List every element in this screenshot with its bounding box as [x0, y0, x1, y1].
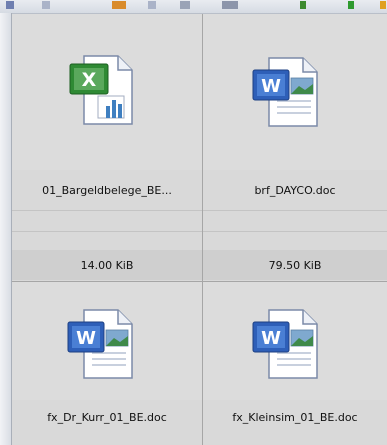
- toolbar-strip: [0, 0, 387, 14]
- window-icon[interactable]: [222, 1, 238, 9]
- file-tile[interactable]: W fx_Dr_Kurr_01_BE.doc: [12, 282, 202, 445]
- file-thumbnail: X: [12, 14, 202, 170]
- row-divider: [12, 281, 387, 282]
- file-tile[interactable]: W fx_Kleinsim_01_BE.doc: [203, 282, 387, 445]
- file-grid: X 01_Bargeldbelege_BE... 14.00 KiB W brf…: [12, 14, 387, 445]
- navigation-rail[interactable]: [0, 13, 12, 445]
- back-arrow-icon[interactable]: [6, 1, 14, 9]
- forward-arrow-icon[interactable]: [42, 1, 50, 9]
- green-arrow-icon[interactable]: [300, 1, 306, 9]
- svg-text:W: W: [261, 328, 281, 349]
- view-icon[interactable]: [180, 1, 190, 9]
- column-divider: [202, 14, 203, 445]
- file-name: fx_Kleinsim_01_BE.doc: [232, 411, 358, 424]
- svg-text:W: W: [76, 328, 96, 349]
- file-thumbnail: W: [12, 282, 202, 400]
- folder-icon[interactable]: [112, 1, 126, 9]
- file-size: 14.00 KiB: [80, 259, 134, 272]
- status-icon[interactable]: [380, 1, 386, 9]
- file-tile[interactable]: X 01_Bargeldbelege_BE... 14.00 KiB: [12, 14, 202, 282]
- svg-text:X: X: [82, 69, 97, 91]
- word-file-icon: W: [67, 309, 133, 379]
- file-name: 01_Bargeldbelege_BE...: [42, 184, 172, 197]
- file-tile[interactable]: W brf_DAYCO.doc 79.50 KiB: [203, 14, 387, 282]
- file-name: fx_Dr_Kurr_01_BE.doc: [47, 411, 167, 424]
- divider: [12, 210, 202, 211]
- file-name: brf_DAYCO.doc: [254, 184, 336, 197]
- word-file-icon: W: [252, 309, 318, 379]
- arrow-icon[interactable]: [148, 1, 156, 9]
- file-size: 79.50 KiB: [268, 259, 322, 272]
- excel-file-icon: X: [69, 55, 133, 125]
- file-thumbnail: W: [203, 14, 387, 170]
- divider: [203, 231, 387, 232]
- file-thumbnail: W: [203, 282, 387, 400]
- word-file-icon: W: [252, 57, 318, 127]
- divider: [203, 210, 387, 211]
- divider: [12, 231, 202, 232]
- green-arrow-icon[interactable]: [348, 1, 354, 9]
- svg-text:W: W: [261, 76, 281, 97]
